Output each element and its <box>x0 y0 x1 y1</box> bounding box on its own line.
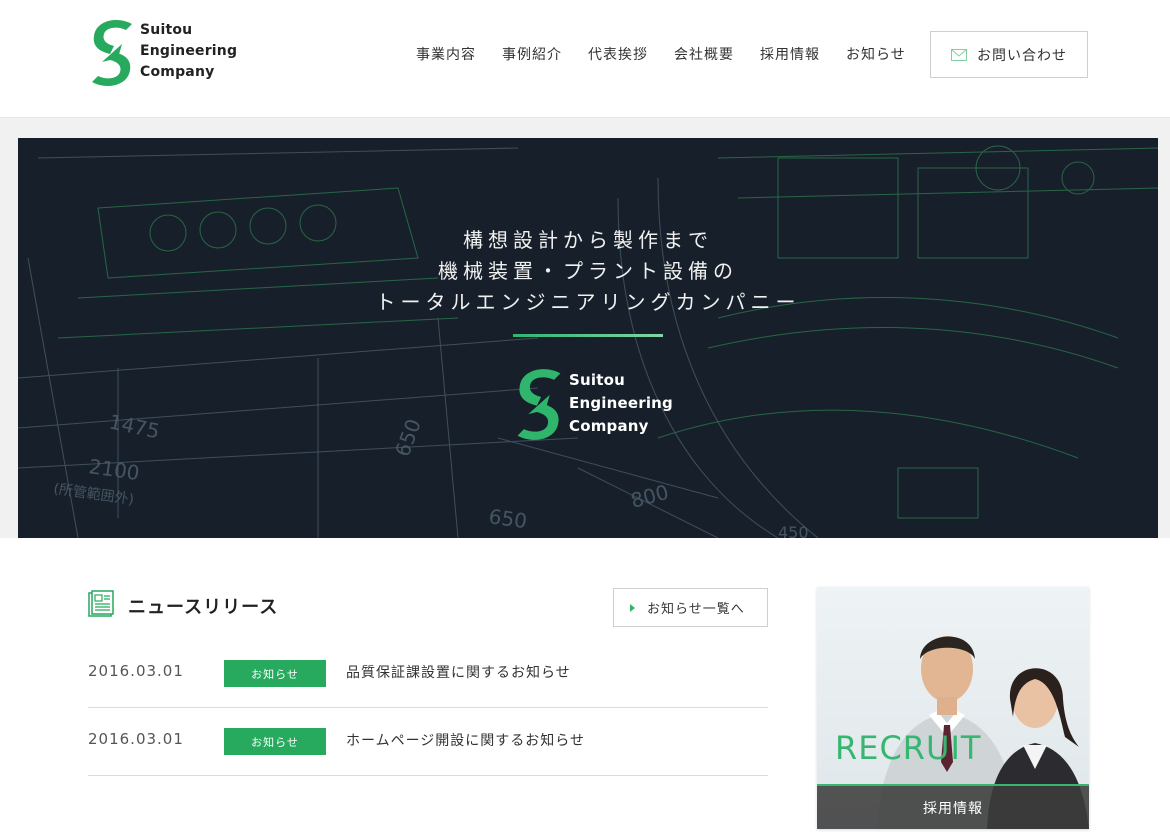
drawing-label-650b: 650 <box>487 504 528 533</box>
news-date: 2016.03.01 <box>88 730 184 748</box>
drawing-label-scope: (所管範囲外) <box>52 480 135 508</box>
hero-logo-s-mark <box>517 369 561 440</box>
logo-s-mark <box>92 20 132 86</box>
drawing-label-650a: 650 <box>390 416 426 460</box>
site-logo[interactable]: Suitou Engineering Company <box>88 18 237 88</box>
hero-logo-line-3: Company <box>569 417 649 435</box>
news-item[interactable]: 2016.03.01 お知らせ ホームページ開設に関するお知らせ <box>88 708 768 776</box>
nav-item-company[interactable]: 会社概要 <box>674 44 734 64</box>
logo-line-1: Suitou <box>140 22 193 38</box>
contact-label: お問い合わせ <box>977 47 1067 64</box>
site-header: Suitou Engineering Company 事業内容 事例紹介 代表挨… <box>0 0 1170 118</box>
triangle-right-icon <box>630 603 635 612</box>
news-category-badge: お知らせ <box>224 728 326 755</box>
nav-item-greeting[interactable]: 代表挨拶 <box>588 44 648 64</box>
nav-item-business[interactable]: 事業内容 <box>416 44 476 64</box>
drawing-label-2100: 2100 <box>87 454 141 485</box>
nav-item-news[interactable]: お知らせ <box>846 44 906 64</box>
news-list-label: お知らせ一覧へ <box>647 602 745 617</box>
hero-divider <box>513 334 663 337</box>
logo-line-3: Company <box>140 64 215 80</box>
news-title-link[interactable]: ホームページ開設に関するお知らせ <box>346 730 585 750</box>
news-title-link[interactable]: 品質保証課設置に関するお知らせ <box>346 662 571 682</box>
hero-logo: Suitou Engineering Company <box>513 367 673 442</box>
drawing-label-450: 450 <box>778 523 809 538</box>
hero-logo-line-2: Engineering <box>569 394 673 412</box>
main-nav: 事業内容 事例紹介 代表挨拶 会社概要 採用情報 お知らせ <box>416 44 932 64</box>
drawing-label-1475: 1475 <box>107 409 162 443</box>
drawing-label-800: 800 <box>628 480 671 513</box>
news-section-title: ニュースリリース <box>128 597 279 618</box>
hero-copy-line-1: 構想設計から製作まで <box>463 228 713 252</box>
news-list-button[interactable]: お知らせ一覧へ <box>613 588 768 627</box>
news-category-badge: お知らせ <box>224 660 326 687</box>
nav-item-recruit[interactable]: 採用情報 <box>760 44 820 64</box>
newspaper-icon <box>88 590 114 617</box>
hero-copy-line-3: トータルエンジニアリングカンパニー <box>375 290 801 314</box>
nav-item-cases[interactable]: 事例紹介 <box>502 44 562 64</box>
hero-copy-line-2: 機械装置・プラント設備の <box>438 259 738 283</box>
logo-wordmark: Suitou Engineering Company <box>140 20 237 83</box>
recruit-label-bar: 採用情報 <box>817 784 1089 829</box>
logo-line-2: Engineering <box>140 43 238 59</box>
recruit-banner[interactable]: RECRUIT 採用情報 <box>817 587 1089 829</box>
hero-banner: 1475 2100 (所管範囲外) 650 800 650 450 構想設計から… <box>18 138 1158 538</box>
hero-logo-line-1: Suitou <box>569 371 625 389</box>
recruit-heading: RECRUIT <box>835 729 982 767</box>
mail-icon <box>951 48 967 61</box>
contact-button[interactable]: お問い合わせ <box>930 31 1088 78</box>
news-item[interactable]: 2016.03.01 お知らせ 品質保証課設置に関するお知らせ <box>88 640 768 708</box>
recruit-label: 採用情報 <box>923 800 983 817</box>
hero-logo-wordmark: Suitou Engineering Company <box>569 369 673 438</box>
blueprint-drawing: 1475 2100 (所管範囲外) 650 800 650 450 <box>18 145 1158 538</box>
news-date: 2016.03.01 <box>88 662 184 680</box>
